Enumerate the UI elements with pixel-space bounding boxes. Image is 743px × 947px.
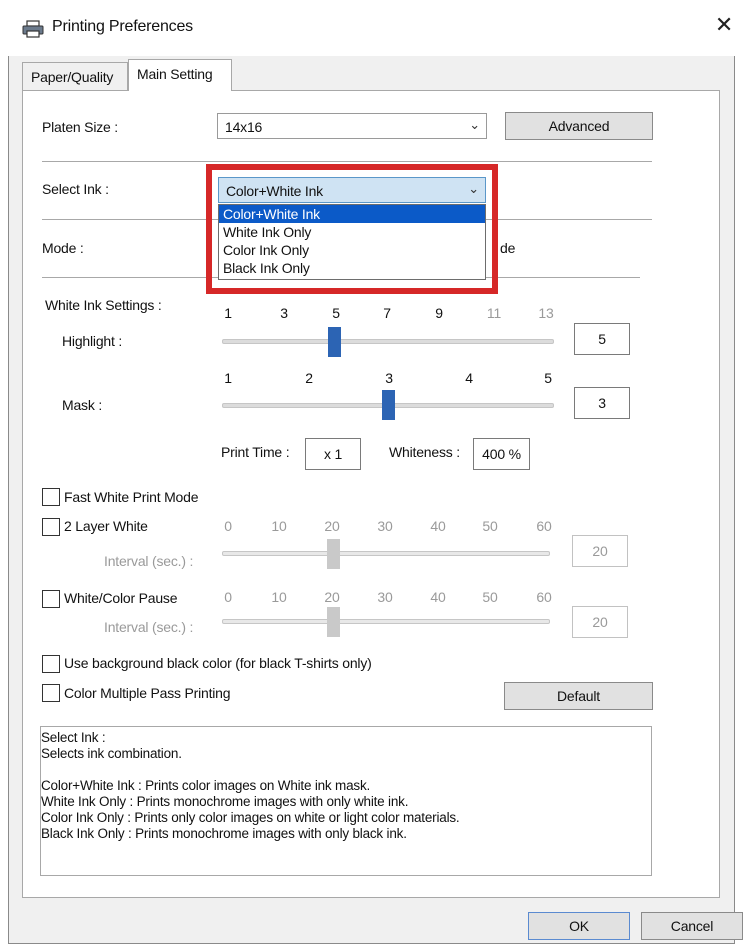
highlight-slider-thumb[interactable]: [327, 327, 341, 357]
tick-label: 11: [486, 305, 502, 321]
ink-option-black-only[interactable]: Black Ink Only: [219, 259, 485, 277]
tick-label: 20: [324, 518, 340, 534]
two-layer-interval-slider-thumb[interactable]: [326, 539, 340, 569]
mask-value-field[interactable]: 3: [574, 387, 630, 419]
description-box: Select Ink : Selects ink combination. Co…: [40, 726, 652, 876]
tick-label: 30: [377, 518, 393, 534]
tick-label: 9: [435, 305, 443, 321]
background-black-checkbox[interactable]: [42, 655, 60, 673]
ink-option-white-only[interactable]: White Ink Only: [219, 223, 485, 241]
tick-label: 1: [224, 370, 232, 386]
ok-button[interactable]: OK: [528, 912, 630, 940]
printer-icon: [22, 20, 44, 38]
pause-interval-field[interactable]: 20: [572, 606, 628, 638]
mask-label: Mask :: [62, 397, 103, 413]
default-button[interactable]: Default: [504, 682, 653, 710]
tick-label: 5: [544, 370, 552, 386]
two-layer-interval-label: Interval (sec.) :: [104, 553, 194, 569]
color-multi-pass-checkbox[interactable]: [42, 684, 60, 702]
tick-label: 1: [224, 305, 232, 321]
tick-label: 2: [305, 370, 313, 386]
platen-size-value: 14x16: [225, 119, 263, 135]
tab-paper-quality[interactable]: Paper/Quality: [22, 62, 128, 90]
white-color-pause-label: White/Color Pause: [64, 590, 178, 606]
two-layer-interval-slider-track[interactable]: [222, 551, 550, 556]
select-ink-value: Color+White Ink: [226, 183, 323, 199]
platen-size-select[interactable]: 14x16 ⌄: [217, 113, 487, 139]
cancel-button[interactable]: Cancel: [641, 912, 743, 940]
mode-label: Mode :: [42, 240, 84, 256]
description-line: [41, 762, 651, 778]
tick-label: 20: [324, 589, 340, 605]
mode-value-partial: de: [500, 240, 516, 256]
background-black-label: Use background black color (for black T-…: [64, 655, 372, 671]
tick-label: 5: [332, 305, 340, 321]
tick-label: 10: [271, 518, 287, 534]
description-line: Color+White Ink : Prints color images on…: [41, 778, 371, 793]
highlight-value-field[interactable]: 5: [574, 323, 630, 355]
select-ink-dropdown: Color+White Ink White Ink Only Color Ink…: [218, 204, 486, 280]
fast-white-label: Fast White Print Mode: [64, 489, 199, 505]
tick-label: 40: [430, 518, 446, 534]
description-line: White Ink Only : Prints monochrome image…: [41, 794, 409, 809]
tick-label: 50: [482, 518, 498, 534]
description-line: Selects ink combination.: [41, 746, 182, 761]
tick-label: 30: [377, 589, 393, 605]
tick-label: 10: [271, 589, 287, 605]
two-layer-white-checkbox[interactable]: [42, 518, 60, 536]
pause-interval-label: Interval (sec.) :: [104, 619, 194, 635]
whiteness-label: Whiteness :: [389, 444, 460, 460]
select-ink-select[interactable]: Color+White Ink ⌄: [218, 177, 486, 203]
divider: [42, 161, 652, 162]
tick-label: 7: [383, 305, 391, 321]
two-layer-interval-field[interactable]: 20: [572, 535, 628, 567]
white-ink-settings-label: White Ink Settings :: [45, 297, 162, 313]
window-title: Printing Preferences: [52, 18, 193, 35]
tick-label: 40: [430, 589, 446, 605]
tick-label: 0: [224, 518, 232, 534]
tick-label: 3: [280, 305, 288, 321]
pause-interval-slider-track[interactable]: [222, 619, 550, 624]
chevron-down-icon: ⌄: [469, 117, 480, 132]
white-color-pause-checkbox[interactable]: [42, 590, 60, 608]
mask-slider-thumb[interactable]: [381, 390, 395, 420]
tick-label: 0: [224, 589, 232, 605]
tick-label: 50: [482, 589, 498, 605]
ink-option-color-white[interactable]: Color+White Ink: [219, 205, 485, 223]
tab-main-setting[interactable]: Main Setting: [128, 59, 232, 91]
tick-label: 60: [536, 589, 552, 605]
highlight-label: Highlight :: [62, 333, 123, 349]
whiteness-field[interactable]: 400 %: [473, 438, 530, 470]
print-time-field[interactable]: x 1: [305, 438, 361, 470]
tick-label: 4: [465, 370, 473, 386]
close-icon[interactable]: ✕: [713, 14, 735, 36]
description-line: Black Ink Only : Prints monochrome image…: [41, 826, 407, 841]
description-line: Color Ink Only : Prints only color image…: [41, 810, 460, 825]
select-ink-label: Select Ink :: [42, 181, 109, 197]
platen-size-label: Platen Size :: [42, 119, 118, 135]
chevron-down-icon: ⌄: [468, 181, 479, 196]
tick-label: 3: [385, 370, 393, 386]
advanced-button[interactable]: Advanced: [505, 112, 653, 140]
highlight-slider-track[interactable]: [222, 339, 554, 344]
fast-white-checkbox[interactable]: [42, 488, 60, 506]
print-time-label: Print Time :: [221, 444, 290, 460]
description-line: Select Ink :: [41, 730, 106, 745]
tick-label: 13: [538, 305, 554, 321]
ink-option-color-only[interactable]: Color Ink Only: [219, 241, 485, 259]
pause-interval-slider-thumb[interactable]: [326, 607, 340, 637]
two-layer-white-label: 2 Layer White: [64, 518, 148, 534]
tick-label: 60: [536, 518, 552, 534]
color-multi-pass-label: Color Multiple Pass Printing: [64, 685, 231, 701]
